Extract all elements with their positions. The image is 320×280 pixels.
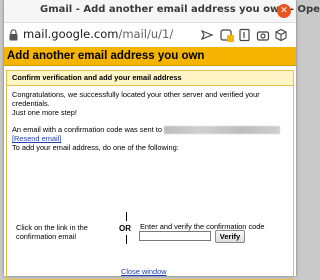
or-divider-top [126, 212, 127, 221]
panel-title: Confirm verification and add your email … [7, 71, 293, 86]
option-enter-code-label: Enter and verify the confirmation code [140, 222, 265, 231]
or-divider-bottom [126, 235, 127, 244]
page-content: Add another email address you own Confir… [4, 47, 296, 280]
window-close-button[interactable]: ✕ [277, 4, 291, 18]
address-bar[interactable]: mail.google.com/mail/u/1/ [4, 23, 296, 48]
congrats-line-1: Congratulations, we successfully located… [12, 90, 260, 108]
instruction-text: To add your email address, do one of the… [12, 143, 179, 153]
redacted-email [164, 126, 281, 135]
panel-body: Congratulations, we successfully located… [7, 86, 293, 152]
url-text[interactable]: mail.google.com/mail/u/1/ [23, 27, 173, 41]
congrats-message: Congratulations, we successfully located… [12, 90, 288, 117]
congrats-line-2: Just one more step! [12, 108, 77, 117]
verification-options: Click on the link in the confirmation em… [12, 212, 294, 262]
cube-icon[interactable] [274, 28, 288, 42]
lock-icon [9, 29, 18, 41]
url-path: /mail/u/1/ [118, 27, 174, 41]
verify-button[interactable]: Verify [215, 230, 245, 243]
close-window-link[interactable]: Close window [121, 267, 167, 276]
verification-panel: Confirm verification and add your email … [6, 70, 294, 280]
confirmation-code-input[interactable] [139, 231, 211, 241]
sent-text: An email with a confirmation code was se… [12, 125, 162, 134]
send-icon[interactable] [200, 28, 214, 42]
page-title: Add another email address you own [4, 47, 296, 66]
url-domain: mail.google.com [23, 27, 119, 41]
sent-message: An email with a confirmation code was se… [12, 125, 288, 152]
resend-email-link[interactable]: [Resend email] [12, 134, 61, 143]
option-click-link: Click on the link in the confirmation em… [16, 223, 88, 241]
title-bar: Gmail - Add another email address you ow… [4, 0, 320, 23]
or-label: OR [119, 224, 131, 233]
popup-window: Gmail - Add another email address you ow… [4, 0, 320, 280]
reader-icon[interactable] [238, 28, 252, 42]
snapshot-badge-icon[interactable] [220, 28, 234, 42]
camera-icon[interactable] [256, 28, 270, 42]
